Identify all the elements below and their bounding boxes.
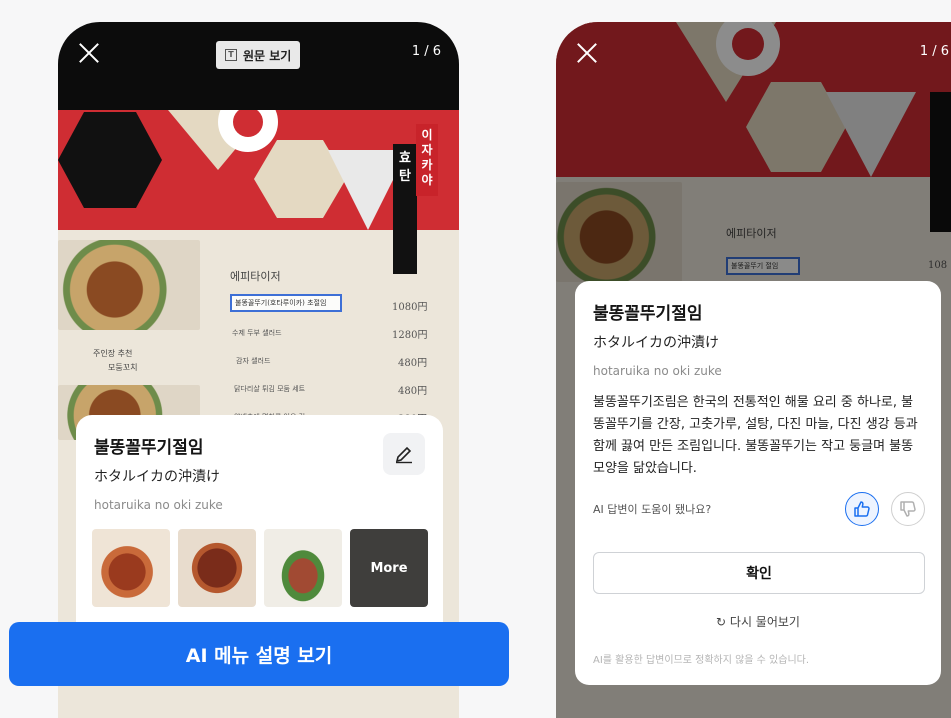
menu-row-name: 수제 두부 샐러드 [232, 329, 282, 337]
ai-menu-description-button[interactable]: AI 메뉴 설명 보기 [9, 622, 509, 686]
menu-row-price: 480円 [398, 386, 428, 397]
photo-caption: 모둠꼬치 [108, 363, 138, 372]
menu-section-heading: 에피타이저 [230, 270, 281, 283]
izakaya-sign: 이 자 카 야 [416, 124, 438, 196]
thumbs-down-button[interactable] [891, 492, 925, 526]
thumbs-down-icon [900, 501, 916, 517]
highlighted-menu-item[interactable]: 불똥꼴뚜기(호타루이카) 초절임 [230, 294, 342, 312]
more-images-button[interactable]: More [350, 529, 428, 607]
feedback-question: AI 답변이 도움이 됐나요? [593, 503, 712, 516]
dish-thumbnail[interactable] [178, 529, 256, 607]
dish-info-card: 불똥꼴뚜기절임 ホタルイカの沖漬け hotaruika no oki zuke … [76, 415, 443, 655]
text-icon: T [225, 49, 237, 61]
page-counter: 1 / 6 [919, 44, 949, 59]
menu-row-price: 1280円 [392, 330, 428, 341]
dish-title: 불똥꼴뚜기절임 [593, 304, 703, 324]
dish-thumbnail[interactable] [264, 529, 342, 607]
photo-caption: 주인장 추천 [93, 349, 133, 358]
dish-japanese-name: ホタルイカの沖漬け [94, 469, 220, 485]
skewer-photo [58, 240, 200, 330]
close-icon[interactable] [78, 42, 100, 64]
page-counter: 1 / 6 [411, 44, 441, 59]
dish-image-gallery: More [92, 529, 428, 607]
retry-label: 다시 물어보기 [729, 615, 800, 629]
original-view-button[interactable]: T 원문 보기 [216, 41, 301, 69]
dish-title: 불똥꼴뚜기절임 [94, 438, 204, 458]
menu-row-name: 감자 샐러드 [236, 357, 271, 365]
dish-japanese-name: ホタルイカの沖漬け [593, 335, 719, 351]
hyotan-sign: 효 탄 [393, 144, 417, 274]
pencil-icon [395, 446, 412, 464]
thumbs-up-icon [854, 501, 870, 517]
ai-description-modal: 불똥꼴뚜기절임 ホタルイカの沖漬け hotaruika no oki zuke … [575, 281, 941, 685]
top-bar: T 원문 보기 1 / 6 [58, 22, 459, 110]
dish-romaji: hotaruika no oki zuke [94, 498, 223, 512]
ai-description-text: 불똥꼴뚜기조림은 한국의 전통적인 해물 요리 중 하나로, 불똥꼴뚜기를 간장… [593, 395, 918, 476]
menu-price: 1080円 [392, 302, 428, 313]
menu-row-name: 닭다리살 튀김 모둠 세트 [234, 385, 306, 393]
feedback-row: AI 답변이 도움이 됐나요? [593, 491, 925, 527]
edit-button[interactable] [383, 433, 425, 475]
confirm-button[interactable]: 확인 [593, 552, 925, 594]
refresh-icon: ↻ [716, 615, 727, 629]
dish-thumbnail[interactable] [92, 529, 170, 607]
original-view-label: 원문 보기 [243, 48, 292, 63]
close-icon[interactable] [576, 42, 598, 64]
retry-link[interactable]: ↻ 다시 물어보기 [575, 613, 941, 630]
thumbs-up-button[interactable] [845, 492, 879, 526]
left-phone-screen: T 원문 보기 1 / 6 효 탄 이 자 카 야 주인장 추천 모둠꼬치 에피… [58, 22, 459, 718]
ai-disclaimer: AI를 활용한 답변이므로 정확하지 않을 수 있습니다. [593, 655, 810, 666]
dish-romaji: hotaruika no oki zuke [593, 364, 722, 378]
menu-row-price: 480円 [398, 358, 428, 369]
